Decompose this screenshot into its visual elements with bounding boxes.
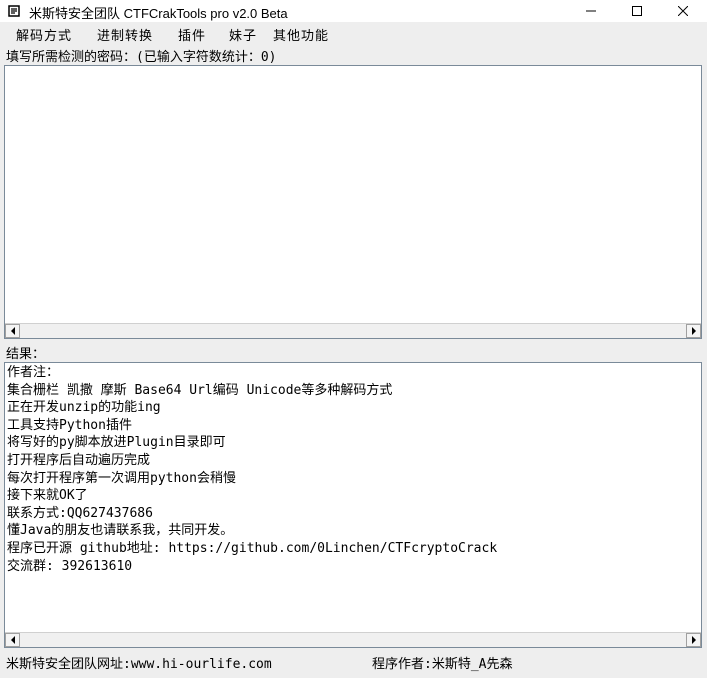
menu-girls[interactable]: 妹子 — [229, 25, 257, 44]
result-line: 工具支持Python插件 — [7, 417, 132, 433]
scroll-left-button[interactable] — [5, 324, 20, 338]
menu-decode[interactable]: 解码方式 — [16, 25, 72, 44]
result-line: 集合栅栏 凯撒 摩斯 Base64 Url编码 Unicode等多种解码方式 — [7, 382, 393, 398]
app-icon — [7, 4, 21, 18]
result-label: 结果： — [6, 347, 46, 362]
result-line: 接下来就OK了 — [7, 488, 88, 504]
result-line: 打开程序后自动遍历完成 — [7, 452, 151, 468]
result-line: 懂Java的朋友也请联系我，共同开发。 — [7, 523, 234, 539]
menu-base-convert[interactable]: 进制转换 — [97, 25, 153, 44]
scroll-left-icon — [10, 636, 15, 644]
scroll-left-button[interactable] — [5, 633, 20, 647]
scroll-right-button[interactable] — [686, 324, 701, 338]
result-line: 每次打开程序第一次调用python会稍慢 — [7, 470, 236, 486]
maximize-button[interactable] — [614, 0, 660, 22]
minimize-icon — [586, 10, 596, 12]
result-line: 作者注： — [7, 365, 60, 380]
team-website-label: 米斯特安全团队网址:www.hi-ourlife.com — [6, 657, 272, 672]
result-line: 联系方式:QQ627437686 — [7, 505, 153, 521]
maximize-icon — [632, 6, 642, 16]
menu-plugins[interactable]: 插件 — [178, 25, 206, 44]
minimize-button[interactable] — [568, 0, 614, 22]
status-bar: 米斯特安全团队网址:www.hi-ourlife.com 程序作者:米斯特_A先… — [0, 650, 707, 672]
menu-other[interactable]: 其他功能 — [273, 25, 329, 44]
scroll-left-icon — [10, 327, 15, 335]
close-icon — [678, 6, 688, 16]
scroll-right-button[interactable] — [686, 633, 701, 647]
result-line: 交流群: 392613610 — [7, 558, 133, 574]
window-title: 米斯特安全团队 CTFCrakTools pro v2.0 Beta — [29, 6, 288, 21]
menu-bar: 解码方式 进制转换 插件 妹子 其他功能 — [0, 22, 707, 44]
input-label: 填写所需检测的密码：(已输入字符数统计：0) — [6, 50, 277, 65]
result-line: 将写好的py脚本放进Plugin目录即可 — [7, 435, 226, 451]
result-horizontal-scrollbar[interactable] — [5, 632, 701, 647]
result-line: 正在开发unzip的功能ing — [7, 400, 161, 416]
scroll-right-icon — [691, 636, 696, 644]
password-input-area[interactable] — [4, 65, 702, 339]
close-button[interactable] — [660, 0, 706, 22]
input-horizontal-scrollbar[interactable] — [5, 323, 701, 338]
result-lines: 作者注： 集合栅栏 凯撒 摩斯 Base64 Url编码 Unicode等多种解… — [7, 364, 497, 575]
scroll-right-icon — [691, 327, 696, 335]
result-output-area[interactable]: 作者注： 集合栅栏 凯撒 摩斯 Base64 Url编码 Unicode等多种解… — [4, 362, 702, 648]
result-line: 程序已开源 github地址: https://github.com/0Linc… — [7, 540, 498, 556]
author-label: 程序作者:米斯特_A先森 — [372, 657, 513, 672]
title-bar: 米斯特安全团队 CTFCrakTools pro v2.0 Beta — [0, 0, 707, 22]
